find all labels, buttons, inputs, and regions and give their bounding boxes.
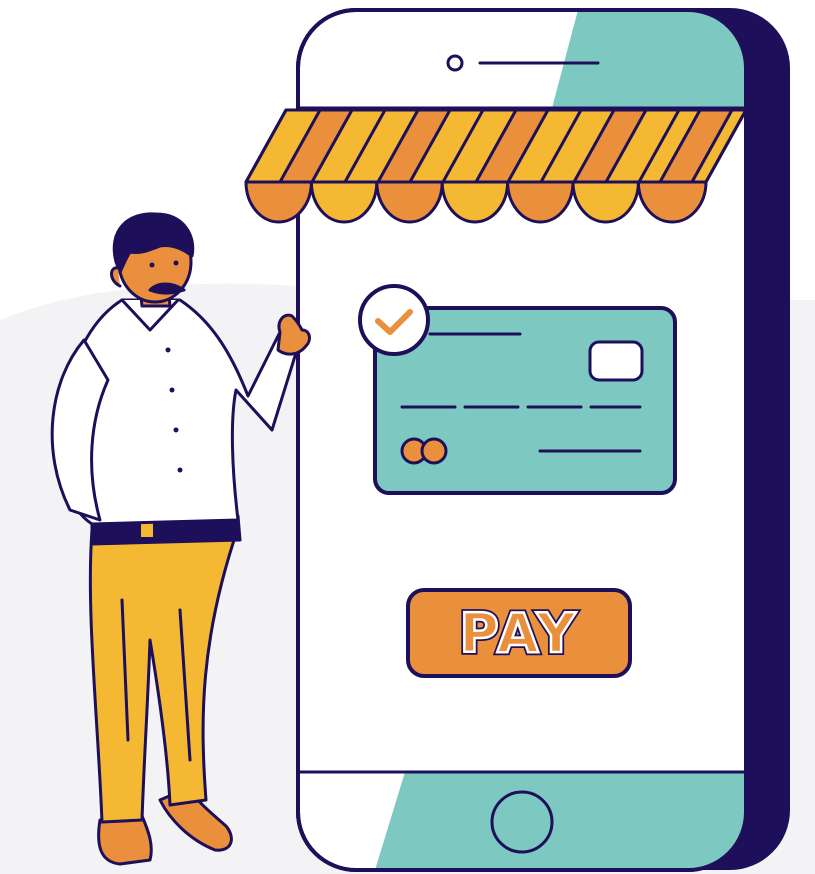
pay-button-label-inner: PAY <box>459 602 578 665</box>
illustration: PAY PAY <box>0 8 815 874</box>
pay-button[interactable]: PAY PAY <box>406 588 632 678</box>
phone-accent-bottom <box>375 772 746 870</box>
shop-awning <box>244 108 748 224</box>
check-badge <box>358 284 430 356</box>
phone-accent-top <box>552 10 746 108</box>
card-chip-icon <box>588 340 644 382</box>
camera-icon <box>446 54 464 72</box>
mastercard-logo-icon <box>400 437 448 465</box>
